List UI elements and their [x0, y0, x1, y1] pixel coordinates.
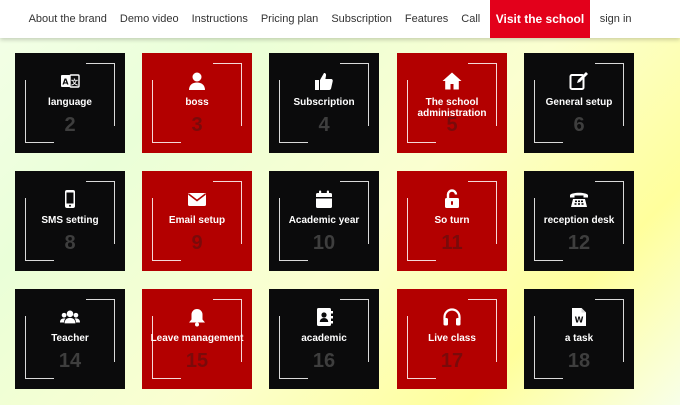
tile-live-class[interactable]: 17 Live class: [397, 289, 507, 389]
mobile-icon: [60, 189, 80, 209]
tile-number: 9: [191, 232, 203, 254]
bell-icon: [187, 307, 207, 327]
tile-number: 12: [567, 232, 591, 254]
edit-icon: [569, 71, 589, 91]
tile-academic[interactable]: 16 academic: [269, 289, 379, 389]
tile-label: boss: [185, 97, 209, 108]
tile-language[interactable]: A 文 2 language: [15, 53, 125, 153]
thumbs-up-icon: [314, 71, 334, 91]
tile-label: Academic year: [288, 215, 360, 226]
tile-number: 17: [440, 350, 464, 372]
tile-number: 3: [191, 114, 203, 136]
tile-label: So turn: [434, 215, 470, 226]
tile-grid: A 文 2 language 3 boss 4 Subscription 5 The school…: [0, 0, 680, 405]
tile-number: 11: [441, 232, 463, 254]
tile-number: 8: [64, 232, 76, 254]
svg-text:文: 文: [71, 78, 79, 87]
tile-number: 4: [318, 114, 330, 136]
tile-label: Teacher: [51, 333, 89, 344]
tile-number: 2: [64, 114, 76, 136]
tile-leave-management[interactable]: 15 Leave management: [142, 289, 252, 389]
tile-number: 18: [567, 350, 591, 372]
tile-number: 14: [58, 350, 82, 372]
unlock-icon: [442, 189, 462, 209]
tile-subscription[interactable]: 4 Subscription: [269, 53, 379, 153]
tile-label: language: [48, 97, 92, 108]
tile-number: 16: [312, 350, 336, 372]
tile-label: SMS setting: [41, 215, 99, 226]
tile-email-setup[interactable]: 9 Email setup: [142, 171, 252, 271]
tile-label: academic: [301, 333, 347, 344]
address-book-icon: [314, 307, 334, 327]
tile-label: Subscription: [293, 97, 355, 108]
tile-boss[interactable]: 3 boss: [142, 53, 252, 153]
calendar-icon: [314, 189, 334, 209]
tile-so-turn[interactable]: 11 So turn: [397, 171, 507, 271]
users-icon: [60, 307, 80, 327]
svg-text:W: W: [575, 316, 584, 325]
tile-label: reception desk: [543, 215, 615, 226]
tile-label: Live class: [428, 333, 476, 344]
tile-label: The school administration: [417, 97, 487, 119]
word-file-icon: W: [569, 307, 589, 327]
translate-icon: A文: [60, 71, 80, 91]
tile-label: General setup: [545, 97, 613, 108]
telephone-icon: [569, 189, 589, 209]
tile-academic-year[interactable]: 10 Academic year: [269, 171, 379, 271]
headphones-icon: [442, 307, 462, 327]
tile-label: Email setup: [168, 215, 226, 226]
tile-number: 6: [573, 114, 585, 136]
tile-label: Leave management: [150, 333, 244, 344]
tile-reception-desk[interactable]: 12 reception desk: [524, 171, 634, 271]
tile-sms-setting[interactable]: 8 SMS setting: [15, 171, 125, 271]
home-icon: [442, 71, 462, 91]
tile-number: 15: [185, 350, 209, 372]
tile-number: 10: [312, 232, 336, 254]
tile-teacher[interactable]: 14 Teacher: [15, 289, 125, 389]
tile-a-task[interactable]: W 18 a task: [524, 289, 634, 389]
tile-general-setup[interactable]: 6 General setup: [524, 53, 634, 153]
tile-label: a task: [564, 333, 594, 344]
svg-text:A: A: [62, 78, 69, 87]
envelope-icon: [187, 189, 207, 209]
tile-the-school-administration[interactable]: 5 The school administration: [397, 53, 507, 153]
user-icon: [187, 71, 207, 91]
